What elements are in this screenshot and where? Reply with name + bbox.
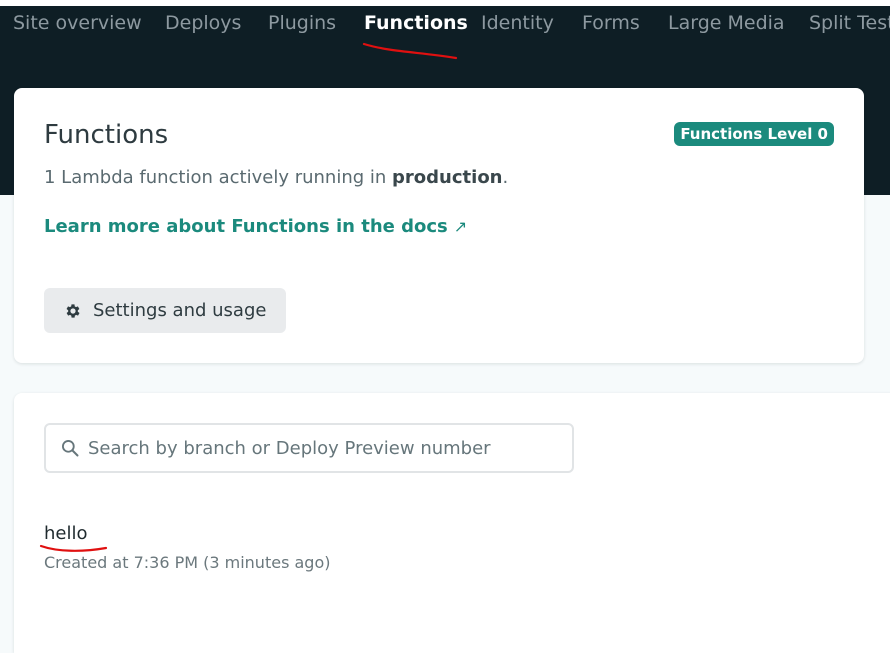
tab-split-testing[interactable]: Split Testing xyxy=(809,12,890,34)
tab-large-media[interactable]: Large Media xyxy=(668,12,785,34)
docs-link[interactable]: Learn more about Functions in the docs ↗ xyxy=(44,216,467,237)
desc-suffix: . xyxy=(502,167,509,188)
settings-button-label: Settings and usage xyxy=(93,300,267,321)
desc-environment: production xyxy=(392,167,503,188)
external-link-icon: ↗ xyxy=(453,217,468,236)
tab-site-overview[interactable]: Site overview xyxy=(13,12,142,34)
gear-icon xyxy=(66,303,80,318)
function-name-link[interactable]: hello xyxy=(44,523,88,544)
page-title: Functions xyxy=(44,120,169,150)
settings-and-usage-button[interactable]: Settings and usage xyxy=(44,288,286,333)
tab-plugins[interactable]: Plugins xyxy=(268,12,336,34)
function-created-meta: Created at 7:36 PM (3 minutes ago) xyxy=(44,553,331,572)
functions-list-card: hello Created at 7:36 PM (3 minutes ago) xyxy=(14,393,890,653)
search-field[interactable] xyxy=(44,423,574,473)
functions-overview-card: Functions Functions Level 0 1 Lambda fun… xyxy=(14,88,864,363)
functions-level-badge: Functions Level 0 xyxy=(674,122,834,146)
docs-link-label: Learn more about Functions in the docs xyxy=(44,216,448,237)
tab-identity[interactable]: Identity xyxy=(481,12,554,34)
functions-description: 1 Lambda function actively running in pr… xyxy=(44,167,508,188)
tab-forms[interactable]: Forms xyxy=(582,12,640,34)
tab-deploys[interactable]: Deploys xyxy=(165,12,241,34)
site-nav: Site overview Deploys Plugins Functions … xyxy=(0,6,890,46)
search-input[interactable] xyxy=(88,437,548,459)
search-icon xyxy=(61,440,79,457)
tab-functions[interactable]: Functions xyxy=(364,12,468,34)
desc-prefix: 1 Lambda function actively running in xyxy=(44,167,387,188)
